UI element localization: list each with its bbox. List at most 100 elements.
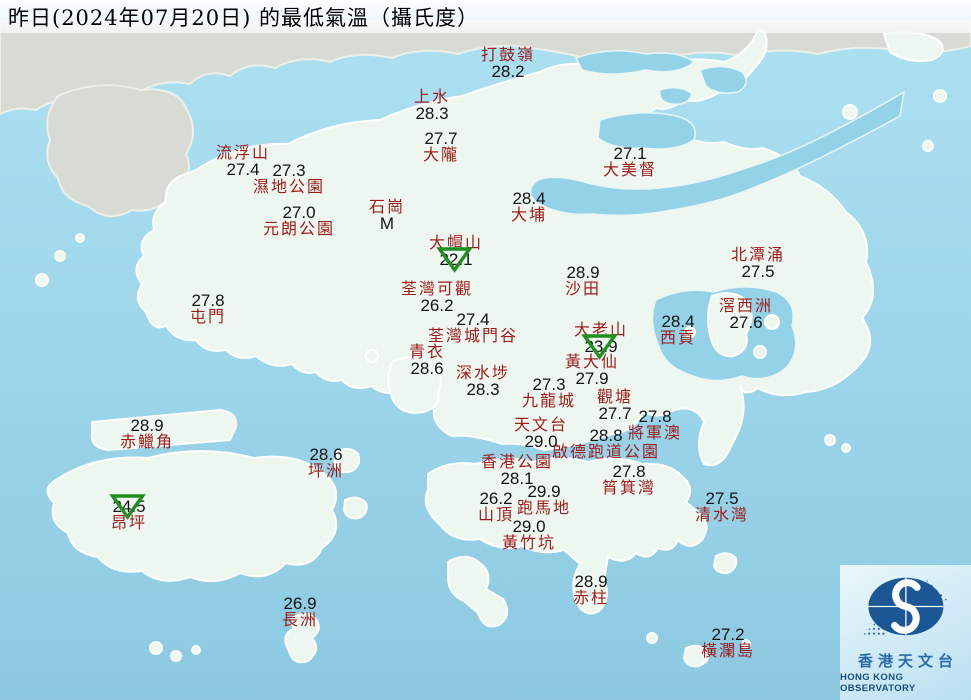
station-name: 跑馬地	[517, 500, 571, 516]
station-name: 石崗	[369, 199, 405, 215]
station-value: M	[369, 215, 405, 232]
station-name: 青衣	[409, 344, 445, 360]
title-bar: 昨日(2024年07月20日) 的最低氣溫（攝氏度）	[0, 0, 971, 33]
station-name: 上水	[414, 89, 450, 105]
station-name: 坪洲	[308, 463, 344, 479]
logo-english-name: HONG KONG OBSERVATORY	[840, 672, 971, 694]
station-label: 27.8筲箕灣	[602, 463, 656, 497]
station-name: 濕地公園	[253, 179, 325, 195]
station-label: 27.8屯門	[190, 292, 226, 326]
station-label: 滘西洲27.6	[719, 298, 773, 332]
station-label: 石崗M	[369, 199, 405, 233]
station-name: 打鼓嶺	[481, 47, 535, 63]
station-label: 青衣28.6	[409, 344, 445, 378]
station-value: 27.7	[423, 130, 459, 147]
station-label: 27.7大隴	[423, 130, 459, 164]
station-label: 深水埗28.3	[456, 365, 510, 399]
station-name: 大隴	[423, 147, 459, 163]
station-name: 清水灣	[695, 507, 749, 523]
station-label: 28.9赤柱	[573, 573, 609, 607]
station-label: 28.4西貢	[660, 313, 696, 347]
station-label: 28.8啟德跑道公園	[552, 427, 660, 461]
station-value: 28.3	[456, 381, 510, 398]
station-label: 28.6坪洲	[308, 446, 344, 480]
station-name: 啟德跑道公園	[552, 444, 660, 460]
station-name: 北潭涌	[731, 247, 785, 263]
station-label: 大帽山22.1	[429, 235, 483, 269]
station-name: 赤鱲角	[120, 434, 174, 450]
station-value: 28.9	[120, 417, 174, 434]
station-value: 26.2	[478, 490, 514, 507]
station-label: 27.1大美督	[603, 145, 657, 179]
observatory-logo-icon	[840, 565, 971, 648]
station-label: 大老山23.9	[574, 322, 628, 356]
station-name: 大埔	[511, 207, 547, 223]
station-name: 昂坪	[111, 515, 147, 531]
min-temperature-map: 昨日(2024年07月20日) 的最低氣溫（攝氏度） 打鼓嶺28.2上水28.3…	[0, 0, 971, 700]
station-name: 觀塘	[597, 389, 633, 405]
station-label: 打鼓嶺28.2	[481, 47, 535, 81]
station-value: 27.6	[719, 314, 773, 331]
station-label: 29.9跑馬地	[517, 483, 571, 517]
station-name: 大老山	[574, 322, 628, 338]
station-value: 27.5	[731, 263, 785, 280]
station-value: 28.9	[565, 264, 601, 281]
station-name: 黃大仙	[565, 354, 619, 370]
station-value: 27.8	[190, 292, 226, 309]
station-value: 27.8	[602, 463, 656, 480]
station-name: 屯門	[190, 309, 226, 325]
station-label: 28.4大埔	[511, 190, 547, 224]
station-value: 28.6	[308, 446, 344, 463]
station-name: 大帽山	[429, 235, 483, 251]
station-label: 28.9沙田	[565, 264, 601, 298]
station-name: 深水埗	[456, 365, 510, 381]
station-name: 赤柱	[573, 590, 609, 606]
logo-chinese-name: 香港天文台	[853, 650, 958, 671]
station-value: 27.3	[522, 376, 576, 393]
station-label: 26.9長洲	[282, 595, 318, 629]
station-label: 27.3九龍城	[522, 376, 576, 410]
station-name: 長洲	[282, 612, 318, 628]
station-name: 滘西洲	[719, 298, 773, 314]
station-name: 西貢	[660, 330, 696, 346]
station-value: 27.4	[428, 311, 518, 328]
station-value: 27.5	[695, 490, 749, 507]
station-value: 28.6	[409, 360, 445, 377]
station-name: 橫瀾島	[701, 643, 755, 659]
station-label: 27.4荃灣城門谷	[428, 311, 518, 345]
station-value: 28.8	[552, 427, 660, 444]
station-value: 29.0	[502, 518, 556, 535]
station-label: 27.3濕地公園	[253, 162, 325, 196]
station-name: 大美督	[603, 162, 657, 178]
station-value: 27.1	[603, 145, 657, 162]
station-value: 24.5	[111, 498, 147, 515]
station-value: 28.2	[481, 63, 535, 80]
station-label: 上水28.3	[414, 89, 450, 123]
station-name: 香港公園	[481, 454, 553, 470]
station-value: 28.9	[573, 573, 609, 590]
station-label: 27.5清水灣	[695, 490, 749, 524]
station-value: 26.9	[282, 595, 318, 612]
station-value: 22.1	[429, 251, 483, 268]
station-value: 27.3	[253, 162, 325, 179]
station-value: 28.4	[511, 190, 547, 207]
station-name: 元朗公園	[263, 221, 335, 237]
station-value: 27.2	[701, 626, 755, 643]
station-name: 筲箕灣	[602, 480, 656, 496]
station-value: 27.0	[263, 204, 335, 221]
station-label: 24.5昂坪	[111, 498, 147, 532]
station-name: 黃竹坑	[502, 535, 556, 551]
station-name: 流浮山	[216, 145, 270, 161]
station-label: 29.0黃竹坑	[502, 518, 556, 552]
station-label: 北潭涌27.5	[731, 247, 785, 281]
hong-kong-map	[0, 0, 971, 700]
station-label: 27.2橫瀾島	[701, 626, 755, 660]
station-value: 29.9	[517, 483, 571, 500]
station-name: 荃灣可觀	[401, 281, 473, 297]
station-value: 27.8	[628, 408, 682, 425]
observatory-logo: 香港天文台 HONG KONG OBSERVATORY	[840, 565, 971, 700]
station-name: 九龍城	[522, 393, 576, 409]
page-title: 昨日(2024年07月20日) 的最低氣溫（攝氏度）	[0, 2, 479, 32]
station-label: 28.9赤鱲角	[120, 417, 174, 451]
station-label: 27.0元朗公園	[263, 204, 335, 238]
